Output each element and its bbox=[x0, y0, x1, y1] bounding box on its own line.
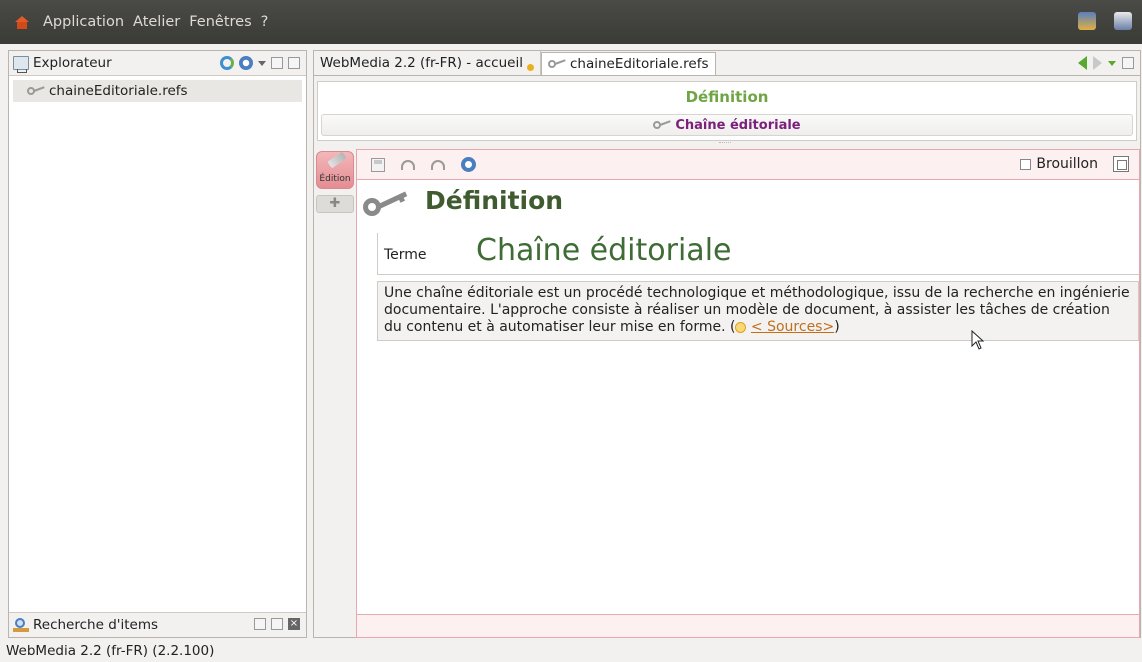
close-icon[interactable]: × bbox=[288, 618, 300, 630]
explorer-item-chaine-editoriale[interactable]: chaineEditoriale.refs bbox=[13, 80, 302, 102]
tab-label: WebMedia 2.2 (fr-FR) - accueil bbox=[320, 55, 523, 71]
term-label: Terme bbox=[384, 247, 427, 263]
tab-chaine-editoriale[interactable]: chaineEditoriale.refs bbox=[540, 52, 716, 75]
redo-icon[interactable] bbox=[431, 159, 445, 170]
tab-accueil[interactable]: WebMedia 2.2 (fr-FR) - accueil bbox=[314, 51, 541, 75]
editor-tabbar: WebMedia 2.2 (fr-FR) - accueil chaineEdi… bbox=[314, 51, 1140, 76]
edit-mode-label: Édition bbox=[319, 174, 351, 184]
menubar: Application Atelier Fenêtres ? bbox=[0, 0, 1142, 44]
search-panel-header: Recherche d'items × bbox=[9, 612, 306, 637]
document-toolbar: Brouillon bbox=[357, 150, 1139, 180]
forward-arrow-icon[interactable] bbox=[1093, 56, 1102, 70]
term-field: Terme Chaîne éditoriale bbox=[377, 233, 1139, 275]
dropdown-icon[interactable] bbox=[258, 60, 266, 66]
tab-label: chaineEditoriale.refs bbox=[569, 56, 709, 72]
maximize-icon[interactable] bbox=[288, 57, 300, 69]
plus-icon: ✚ bbox=[329, 196, 341, 211]
tab-toolbar bbox=[1078, 56, 1134, 70]
search-panel-toolbar: × bbox=[254, 618, 300, 630]
document-bottom-bar bbox=[357, 614, 1139, 637]
term-value[interactable]: Chaîne éditoriale bbox=[476, 233, 731, 268]
maximize-icon[interactable] bbox=[1122, 57, 1134, 69]
document-heading: Définition bbox=[425, 186, 564, 215]
draft-checkbox[interactable] bbox=[1020, 158, 1032, 170]
key-icon bbox=[653, 120, 672, 130]
maximize-icon[interactable] bbox=[1113, 156, 1129, 172]
minimize-icon[interactable] bbox=[271, 57, 283, 69]
explorer-item-label: chaineEditoriale.refs bbox=[49, 83, 188, 99]
maximize-icon[interactable] bbox=[271, 618, 283, 630]
search-icon bbox=[13, 618, 29, 632]
pencil-icon bbox=[327, 151, 347, 169]
breadcrumb-title: Définition bbox=[685, 88, 769, 106]
draft-toggle: Brouillon bbox=[1020, 156, 1129, 172]
menu-application[interactable]: Application bbox=[43, 14, 124, 30]
undo-icon[interactable] bbox=[401, 159, 415, 170]
sources-link[interactable]: < Sources> bbox=[751, 319, 834, 335]
breadcrumb-item[interactable]: Chaîne éditoriale bbox=[321, 114, 1133, 136]
key-icon bbox=[547, 59, 566, 69]
user-icon[interactable] bbox=[1114, 12, 1132, 30]
draft-label: Brouillon bbox=[1036, 156, 1098, 172]
save-icon[interactable] bbox=[371, 157, 385, 172]
breadcrumb: Définition Chaîne éditoriale bbox=[317, 81, 1137, 141]
menu-fenetres[interactable]: Fenêtres bbox=[189, 14, 251, 30]
breadcrumb-item-label: Chaîne éditoriale bbox=[675, 117, 801, 133]
explorer-title: Explorateur bbox=[33, 55, 112, 71]
edit-mode-button[interactable]: Édition bbox=[316, 151, 354, 189]
menu-atelier[interactable]: Atelier bbox=[133, 14, 180, 30]
definition-body[interactable]: Une chaîne éditoriale est un procédé tec… bbox=[377, 281, 1139, 341]
mode-bar: Édition ✚ bbox=[314, 149, 356, 637]
document-editor: Brouillon Définition Terme Chaîne éditor… bbox=[356, 149, 1140, 638]
navigate-icon[interactable] bbox=[461, 157, 476, 172]
explorer-toolbar bbox=[220, 56, 300, 70]
definition-text-end: ) bbox=[834, 319, 840, 335]
explorer-header: Explorateur bbox=[9, 51, 306, 76]
menubar-tray bbox=[1078, 12, 1132, 30]
key-icon bbox=[27, 86, 45, 96]
network-icon[interactable] bbox=[1078, 12, 1096, 30]
explorer-icon bbox=[13, 56, 29, 73]
navigate-icon[interactable] bbox=[239, 56, 253, 70]
pin-icon bbox=[526, 63, 534, 71]
refresh-icon[interactable] bbox=[220, 56, 234, 70]
search-panel-title: Recherche d'items bbox=[33, 617, 159, 633]
minimize-icon[interactable] bbox=[254, 618, 266, 630]
splitter-handle[interactable] bbox=[719, 142, 731, 145]
back-arrow-icon[interactable] bbox=[1078, 56, 1087, 70]
source-icon bbox=[735, 321, 747, 333]
menu-help[interactable]: ? bbox=[261, 14, 269, 30]
home-icon[interactable] bbox=[15, 15, 29, 29]
editor-area: WebMedia 2.2 (fr-FR) - accueil chaineEdi… bbox=[313, 50, 1141, 638]
history-dropdown-icon[interactable] bbox=[1108, 60, 1116, 66]
explorer-panel: Explorateur chaineEditoriale.refs Recher… bbox=[8, 50, 307, 638]
key-icon bbox=[363, 191, 413, 220]
status-bar: WebMedia 2.2 (fr-FR) (2.2.100) bbox=[0, 640, 1142, 662]
add-mode-button[interactable]: ✚ bbox=[316, 195, 354, 213]
